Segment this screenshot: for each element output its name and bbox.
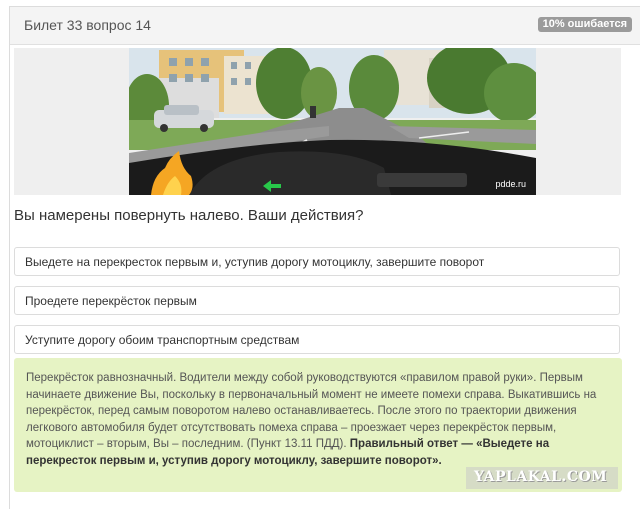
site-watermark-text: YAPLAKAL.COM: [474, 469, 608, 485]
answer-label: Уступите дорогу обоим транспортным средс…: [25, 333, 300, 347]
road-scene-photo: pdde.ru: [129, 48, 536, 195]
answer-option-2[interactable]: Проедете перекрёсток первым: [14, 286, 620, 315]
ticket-title: Билет 33 вопрос 14: [24, 17, 151, 33]
card-header: Билет 33 вопрос 14 10% ошибается: [10, 7, 640, 45]
answer-label: Выедете на перекресток первым и, уступив…: [25, 255, 485, 269]
answer-label: Проедете перекрёсток первым: [25, 294, 197, 308]
answer-option-1[interactable]: Выедете на перекресток первым и, уступив…: [14, 247, 620, 276]
error-rate-badge: 10% ошибается: [537, 17, 632, 32]
question-image-area: pdde.ru: [14, 48, 621, 195]
site-watermark: YAPLAKAL.COM: [466, 467, 618, 489]
question-text: Вы намерены повернуть налево. Ваши дейст…: [14, 207, 364, 224]
photo-watermark: pdde.ru: [495, 179, 526, 189]
explanation-text: Перекрёсток равнозначный. Водители между…: [26, 370, 608, 470]
answer-option-3[interactable]: Уступите дорогу обоим транспортным средс…: [14, 325, 620, 354]
